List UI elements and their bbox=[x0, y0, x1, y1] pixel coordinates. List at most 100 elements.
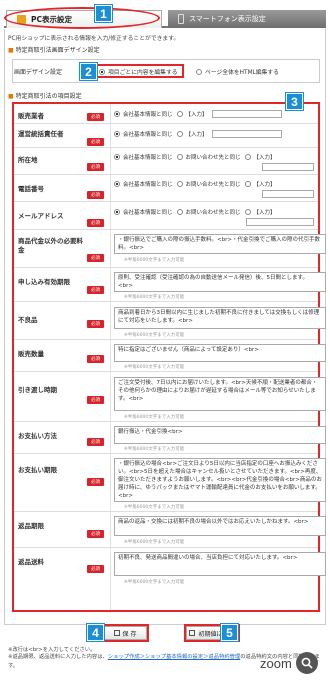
radio-icon-selected[interactable] bbox=[114, 181, 120, 187]
tab-pc-display[interactable]: PC表示設定 bbox=[6, 10, 162, 28]
row-label: お支払い方法 bbox=[18, 432, 57, 440]
required-badge: 必須 bbox=[87, 530, 104, 538]
zoom-control[interactable]: zoom bbox=[260, 652, 318, 674]
char-limit-note: ※半角6000文字まで入力可能 bbox=[124, 505, 185, 510]
textarea[interactable]: 特に指定はございません（商品によって設定あり）<br> bbox=[114, 344, 326, 362]
radio-option[interactable]: 会社基本情報と同じ bbox=[114, 208, 173, 216]
textarea[interactable]: 銀行振込・代金引換<br> bbox=[114, 426, 326, 444]
save-button[interactable]: 保 存 bbox=[103, 626, 147, 640]
row-order-validity: 申し込み有効期限 必須 原則、受注確認（受注確認の為の自動送信メール発信）後、5… bbox=[14, 268, 326, 302]
textarea[interactable]: 原則、受注確認（受注確認の為の自動送信メール発信）後、5日間とします。<br> bbox=[114, 272, 326, 292]
radio-option-label: お問い合わせ先と同じ bbox=[185, 210, 241, 216]
radio-option[interactable]: お問い合わせ先と同じ bbox=[176, 153, 241, 161]
tab-bar: PC表示設定 スマートフォン表示設定 bbox=[4, 6, 326, 28]
return-policy-link[interactable]: ショップ作成＞ショップ基本情報の設定＞返品特約管理 bbox=[108, 654, 240, 660]
radio-icon[interactable] bbox=[176, 111, 183, 117]
radio-option-label: 会社基本情報と同じ bbox=[123, 132, 173, 138]
text-input[interactable] bbox=[211, 130, 282, 138]
radio-option[interactable]: 【入力】 bbox=[244, 153, 276, 161]
radio-option[interactable]: 会社基本情報と同じ bbox=[114, 110, 173, 118]
row-email: メールアドレス 必須 会社基本情報と同じ お問い合わせ先と同じ 【入力】 bbox=[14, 202, 318, 230]
radio-option[interactable]: 会社基本情報と同じ bbox=[114, 153, 173, 161]
radio-option-label: 会社基本情報と同じ bbox=[123, 210, 173, 216]
char-limit-note: ※半角6000文字まで入力可能 bbox=[124, 447, 185, 452]
row-extra-fees: 商品代金以外の必要料金 必須 ・銀行振込でご購入の際の振込手数料。<br>・代金… bbox=[14, 230, 326, 268]
row-label: メールアドレス bbox=[18, 212, 64, 220]
required-badge: 必須 bbox=[87, 191, 104, 199]
row-label: 所在地 bbox=[18, 156, 38, 164]
design-option-per-item[interactable]: 項目ごとに内容を編集する bbox=[95, 64, 184, 78]
text-input[interactable] bbox=[262, 163, 314, 171]
required-badge: 必須 bbox=[87, 355, 104, 363]
radio-icon-selected[interactable] bbox=[114, 111, 120, 117]
radio-option[interactable]: 会社基本情報と同じ bbox=[114, 180, 173, 188]
radio-option[interactable]: 【入力】 bbox=[176, 110, 208, 118]
row-payment-method: お支払い方法 必須 銀行振込・代金引換<br> ※半角6000文字まで入力可能 bbox=[14, 422, 326, 454]
textarea[interactable]: 初期不良、発送商品間違いの場合、当店負担にて対応いたします。<br> bbox=[114, 552, 326, 576]
required-badge: 必須 bbox=[87, 138, 104, 146]
radio-group: 会社基本情報と同じ お問い合わせ先と同じ 【入力】 bbox=[114, 153, 280, 161]
row-manager: 運営統括責任者 必須 会社基本情報と同じ 【入力】 bbox=[14, 124, 318, 148]
radio-icon[interactable] bbox=[196, 68, 202, 75]
radio-option[interactable]: お問い合わせ先と同じ bbox=[176, 180, 241, 188]
text-input[interactable] bbox=[211, 110, 282, 118]
radio-group: 会社基本情報と同じ お問い合わせ先と同じ 【入力】 bbox=[114, 208, 280, 216]
radio-option[interactable]: 【入力】 bbox=[244, 208, 276, 216]
row-address: 所在地 必須 会社基本情報と同じ お問い合わせ先と同じ 【入力】 bbox=[14, 148, 318, 175]
design-option-html[interactable]: ページ全体をHTML編集する bbox=[196, 67, 279, 76]
row-divider bbox=[110, 230, 111, 267]
radio-icon-selected[interactable] bbox=[114, 154, 120, 160]
textarea[interactable]: ・銀行振込でご購入の際の振込手数料。<br>・代金引換でご購入の際の代引手数料。… bbox=[114, 234, 326, 254]
smartphone-icon bbox=[178, 14, 184, 24]
required-badge: 必須 bbox=[87, 565, 104, 573]
row-divider bbox=[110, 148, 111, 174]
row-payment-deadline: お支払い期限 必須 ・銀行振込の場合<br>ご注文日より5日以内に当店指定の口座… bbox=[14, 454, 326, 512]
reset-icon bbox=[189, 630, 196, 636]
radio-icon[interactable] bbox=[176, 209, 183, 215]
char-limit-note: ※半角6000文字まで入力可能 bbox=[124, 415, 185, 420]
row-label: 返品期限 bbox=[18, 522, 44, 530]
text-input[interactable] bbox=[246, 218, 314, 226]
row-label: 不良品 bbox=[18, 316, 38, 324]
required-badge: 必須 bbox=[87, 286, 104, 294]
tab-smartphone-label: スマートフォン表示設定 bbox=[189, 15, 266, 23]
radio-icon-selected[interactable] bbox=[114, 209, 120, 215]
radio-icon[interactable] bbox=[176, 154, 183, 160]
radio-icon[interactable] bbox=[244, 209, 251, 215]
radio-icon[interactable] bbox=[176, 131, 183, 137]
pc-icon bbox=[17, 15, 26, 24]
design-section-title-text: 特定商取引法画面デザイン設定 bbox=[15, 47, 100, 54]
radio-icon[interactable] bbox=[244, 181, 251, 187]
radio-icon-selected[interactable] bbox=[99, 68, 105, 75]
row-label: 販売業者 bbox=[18, 112, 44, 120]
radio-icon-selected[interactable] bbox=[114, 131, 120, 137]
textarea[interactable]: 商品の返品・交換には初期不良の場合以外ではお応えいたしかねます。<br> bbox=[114, 516, 326, 536]
row-divider bbox=[110, 124, 111, 147]
save-button-label: 保 存 bbox=[122, 630, 137, 638]
radio-option[interactable]: 会社基本情報と同じ bbox=[114, 130, 173, 138]
textarea[interactable]: 商品到着日から3日間以内に生じました初期不良に付きましては交換もしくは修理にて対… bbox=[114, 307, 326, 329]
textarea[interactable]: ご注文受付後、7日以内にお届けいたします。<br>天候不順・配送業者の都合・その… bbox=[114, 377, 326, 411]
textarea[interactable]: ・銀行振込の場合<br>ご注文日より5日以内に当店指定の口座へお振込みください。… bbox=[114, 458, 326, 502]
items-section-title: ■ 特定商取引法の項目設定 bbox=[8, 91, 82, 100]
row-label: 運営統括責任者 bbox=[18, 130, 64, 138]
radio-group: 会社基本情報と同じ 【入力】 bbox=[114, 110, 282, 118]
row-phone: 電話番号 必須 会社基本情報と同じ お問い合わせ先と同じ 【入力】 bbox=[14, 175, 318, 202]
row-divider bbox=[110, 454, 111, 511]
radio-option-label: 会社基本情報と同じ bbox=[123, 155, 173, 161]
radio-icon[interactable] bbox=[244, 154, 251, 160]
tab-smartphone-display[interactable]: スマートフォン表示設定 bbox=[168, 10, 326, 28]
design-section-title: ■ 特定商取引法画面デザイン設定 bbox=[8, 45, 100, 54]
radio-option[interactable]: 【入力】 bbox=[244, 180, 276, 188]
radio-option[interactable]: お問い合わせ先と同じ bbox=[176, 208, 241, 216]
required-badge: 必須 bbox=[87, 254, 104, 262]
radio-group: 会社基本情報と同じ お問い合わせ先と同じ 【入力】 bbox=[114, 180, 280, 188]
text-input[interactable] bbox=[262, 190, 314, 198]
char-limit-note: ※半角6000文字まで入力可能 bbox=[124, 258, 185, 263]
radio-icon[interactable] bbox=[176, 181, 183, 187]
radio-option[interactable]: 【入力】 bbox=[176, 130, 208, 138]
char-limit-note: ※半角6000文字まで入力可能 bbox=[124, 365, 185, 370]
required-badge: 必須 bbox=[87, 320, 104, 328]
note-text: ※返品期限、返品送料に入力した内容は、 bbox=[8, 654, 108, 660]
callout-badge-4: 4 bbox=[87, 624, 104, 641]
